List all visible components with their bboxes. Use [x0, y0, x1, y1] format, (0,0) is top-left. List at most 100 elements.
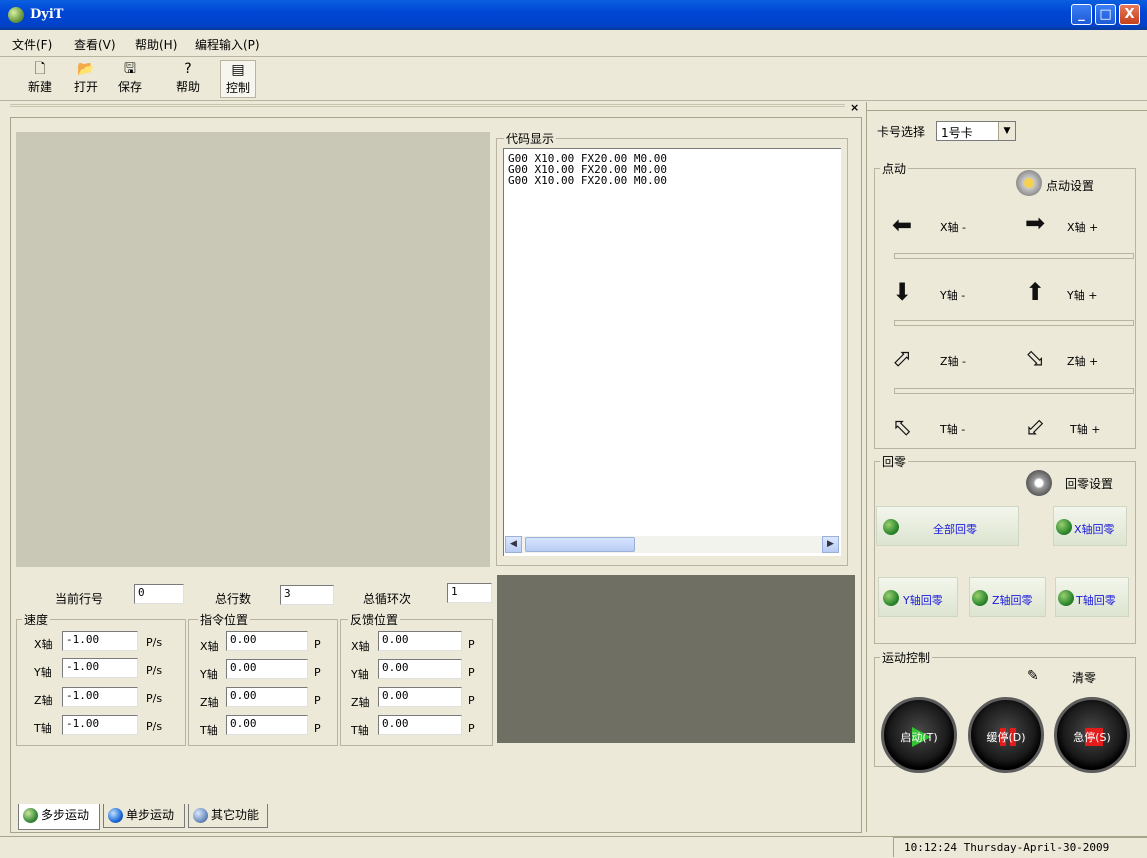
jog-y-plus[interactable]: Y轴 +	[1067, 287, 1097, 303]
speed-t-field[interactable]: -1.00	[62, 715, 138, 735]
menu-help[interactable]: 帮助(H)	[135, 36, 177, 53]
pane-grip[interactable]	[10, 104, 845, 107]
scroll-thumb[interactable]	[525, 537, 635, 552]
speed-x-unit: P/s	[146, 636, 163, 649]
jog-x-minus[interactable]: X轴 -	[940, 219, 966, 235]
fb-y-unit: P	[468, 666, 475, 679]
homing-title: 回零	[880, 453, 909, 470]
arrow-right-icon[interactable]: ➡	[1022, 210, 1048, 236]
menu-program-input[interactable]: 编程输入(P)	[195, 36, 260, 53]
cmd-z-unit: P	[314, 694, 321, 707]
toolbar-divider	[0, 100, 1147, 101]
motion-control-title: 运动控制	[880, 649, 933, 666]
fb-t-unit: P	[468, 722, 475, 735]
close-button[interactable]: X	[1119, 4, 1140, 25]
save-button[interactable]: 🖫 保存	[112, 60, 148, 98]
open-button[interactable]: 📂 打开	[68, 60, 104, 98]
cmd-z-field[interactable]: 0.00	[226, 687, 308, 707]
new-button[interactable]: 🗋 新建	[22, 60, 58, 98]
help-label: 帮助	[175, 80, 200, 94]
start-button[interactable]: 启动(T)	[881, 697, 957, 773]
recycle-icon	[883, 519, 899, 535]
speed-t-label: T轴	[34, 722, 52, 735]
home-z-button[interactable]: Z轴回零	[969, 577, 1046, 617]
scroll-left-icon[interactable]: ◀	[505, 536, 522, 553]
home-x-button[interactable]: X轴回零	[1053, 506, 1127, 546]
jog-t-minus[interactable]: T轴 -	[940, 421, 965, 437]
start-label: 启动(T)	[900, 731, 938, 744]
fb-x-field[interactable]: 0.00	[378, 631, 462, 651]
tab-multi-step[interactable]: 多步运动	[18, 804, 100, 830]
control-icon: ▤	[231, 62, 245, 78]
home-t-label: T轴回零	[1076, 594, 1116, 607]
home-all-label: 全部回零	[933, 523, 977, 536]
slow-stop-button[interactable]: 缓停(D)	[968, 697, 1044, 773]
cmd-x-field[interactable]: 0.00	[226, 631, 308, 651]
speed-y-label: Y轴	[34, 666, 52, 679]
menu-file[interactable]: 文件(F)	[12, 36, 52, 53]
arrow-down-icon[interactable]: ⬇	[889, 279, 915, 305]
speed-z-label: Z轴	[34, 694, 53, 707]
homing-settings-label[interactable]: 回零设置	[1065, 475, 1113, 492]
total-lines-field[interactable]: 3	[280, 585, 334, 605]
menu-divider	[0, 56, 1147, 57]
title-bar[interactable]: DyiT _ □ X	[0, 0, 1147, 30]
total-loops-field[interactable]: 1	[447, 583, 492, 603]
minimize-button[interactable]: _	[1071, 4, 1092, 25]
home-y-button[interactable]: Y轴回零	[878, 577, 958, 617]
command-position-title: 指令位置	[198, 611, 251, 628]
arrow-up-left-icon[interactable]: ⬁	[889, 414, 915, 440]
jog-settings-label[interactable]: 点动设置	[1046, 177, 1094, 194]
home-t-button[interactable]: T轴回零	[1055, 577, 1129, 617]
tab-other-functions[interactable]: 其它功能	[188, 804, 268, 828]
recycle-icon	[883, 590, 899, 606]
cmd-y-field[interactable]: 0.00	[226, 659, 308, 679]
pane-close-icon[interactable]: ×	[850, 101, 859, 114]
scroll-right-icon[interactable]: ▶	[822, 536, 839, 553]
preview-area[interactable]	[16, 132, 490, 567]
arrow-down-left-icon[interactable]: ⬃	[1022, 414, 1048, 440]
chevron-down-icon[interactable]: ▼	[998, 122, 1015, 140]
current-line-label: 当前行号	[55, 592, 104, 606]
cmd-t-field[interactable]: 0.00	[226, 715, 308, 735]
code-display[interactable]: G00 X10.00 FX20.00 M0.00 G00 X10.00 FX20…	[503, 148, 841, 556]
cmd-y-label: Y轴	[200, 668, 218, 681]
gear-icon[interactable]	[1026, 470, 1052, 496]
emergency-stop-label: 急停(S)	[1073, 731, 1111, 744]
help-button[interactable]: ? 帮助	[170, 60, 206, 98]
arrow-up-icon[interactable]: ⬆	[1022, 279, 1048, 305]
fb-z-field[interactable]: 0.00	[378, 687, 462, 707]
clear-label[interactable]: 清零	[1072, 669, 1096, 686]
eraser-icon[interactable]: ✎	[1027, 668, 1039, 684]
home-all-button[interactable]: 全部回零	[876, 506, 1019, 546]
speed-t-unit: P/s	[146, 720, 163, 733]
arrow-up-right-icon[interactable]: ⬀	[889, 345, 915, 371]
fb-y-field[interactable]: 0.00	[378, 659, 462, 679]
arrow-left-icon[interactable]: ⬅	[889, 212, 915, 238]
globe-icon	[108, 808, 123, 823]
jog-title: 点动	[880, 160, 909, 177]
gear-icon[interactable]	[1016, 170, 1042, 196]
code-hscrollbar[interactable]: ◀ ▶	[505, 536, 839, 553]
card-select-dropdown[interactable]: 1号卡 ▼	[936, 121, 1016, 141]
tab-single-step[interactable]: 单步运动	[103, 804, 185, 828]
jog-x-plus[interactable]: X轴 +	[1067, 219, 1098, 235]
card-select-value: 1号卡	[941, 126, 973, 140]
speed-z-field[interactable]: -1.00	[62, 687, 138, 707]
current-line-field[interactable]: 0	[134, 584, 184, 604]
jog-z-plus[interactable]: Z轴 +	[1067, 353, 1098, 369]
jog-t-plus[interactable]: T轴 +	[1070, 421, 1100, 437]
fb-t-field[interactable]: 0.00	[378, 715, 462, 735]
jog-z-minus[interactable]: Z轴 -	[940, 353, 966, 369]
open-label: 打开	[73, 80, 98, 94]
jog-separator	[894, 320, 1134, 326]
menu-view[interactable]: 查看(V)	[74, 36, 116, 53]
tab-label: 多步运动	[41, 808, 90, 822]
speed-y-field[interactable]: -1.00	[62, 658, 138, 678]
control-button[interactable]: ▤ 控制	[220, 60, 256, 98]
speed-x-field[interactable]: -1.00	[62, 631, 138, 651]
jog-y-minus[interactable]: Y轴 -	[940, 287, 965, 303]
arrow-down-right-icon[interactable]: ⬂	[1022, 345, 1048, 371]
maximize-button[interactable]: □	[1095, 4, 1116, 25]
emergency-stop-button[interactable]: 急停(S)	[1054, 697, 1130, 773]
